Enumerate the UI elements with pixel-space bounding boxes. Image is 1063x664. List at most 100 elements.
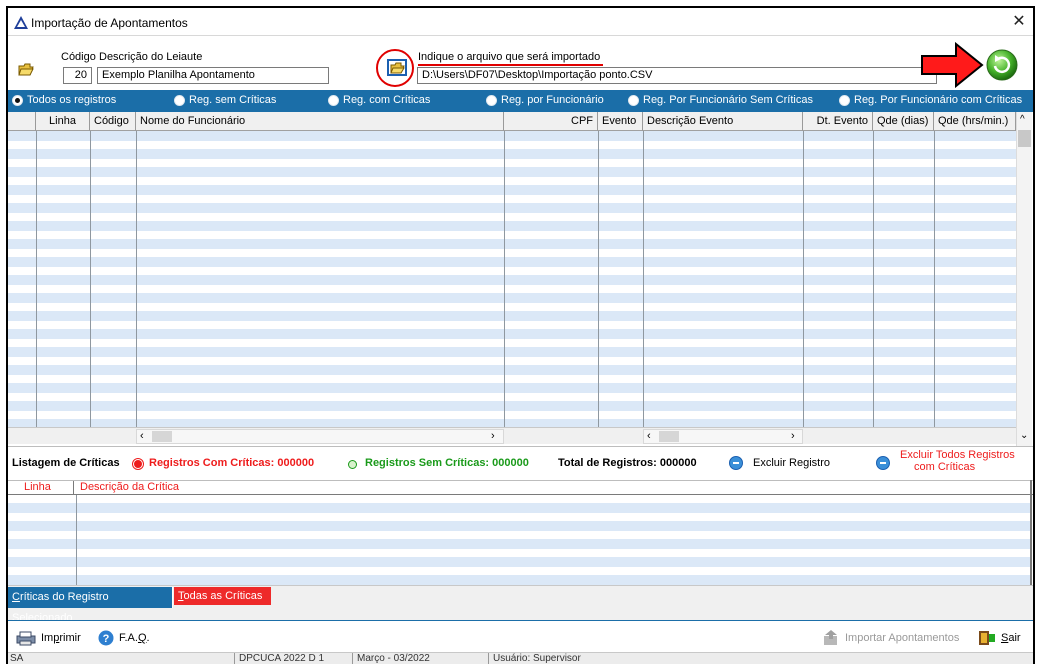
criticas-summary-bar: Listagem de Críticas Registros Com Críti… bbox=[8, 446, 1033, 480]
svg-text:?: ? bbox=[103, 633, 110, 645]
execute-import-button[interactable] bbox=[986, 49, 1018, 81]
tab-criticas-registro-selecionado[interactable]: Críticas do Registro Selecionado bbox=[8, 587, 173, 624]
filter-label: Todos os registros bbox=[27, 94, 117, 106]
col-evento[interactable]: Evento bbox=[598, 112, 643, 131]
grid-divider bbox=[803, 131, 804, 427]
grid-border bbox=[1030, 480, 1032, 585]
col-qde-hrs[interactable]: Qde (hrs/min.) bbox=[934, 112, 1016, 131]
filter-reg-sem-criticas[interactable]: Reg. sem Críticas bbox=[174, 94, 276, 106]
filter-label: Reg. por Funcionário bbox=[501, 94, 604, 106]
registros-sem-criticas: Registros Sem Críticas: 000000 bbox=[365, 457, 529, 469]
annotation-arrow-icon bbox=[921, 42, 984, 88]
grid-divider bbox=[76, 495, 77, 585]
criticas-tabs: Críticas do Registro Selecionado Todas a… bbox=[8, 585, 1033, 624]
radio-selected-icon bbox=[12, 94, 23, 106]
filter-reg-com-criticas[interactable]: Reg. com Críticas bbox=[328, 94, 430, 106]
imprimir-label: Imprimir bbox=[41, 632, 81, 644]
grid-divider bbox=[136, 131, 137, 427]
sair-button[interactable]: Sair bbox=[978, 630, 1021, 646]
filter-label: Reg. Por Funcionário Sem Críticas bbox=[643, 94, 813, 106]
tab-todas-criticas[interactable]: Todas as Críticas bbox=[174, 587, 271, 605]
col-codigo[interactable]: Código bbox=[90, 112, 136, 131]
grid-divider bbox=[873, 131, 874, 427]
excluir-registro-button[interactable]: Excluir Registro bbox=[753, 457, 830, 469]
filter-todos-registros[interactable]: Todos os registros bbox=[12, 94, 116, 106]
scroll-right-icon[interactable]: › bbox=[791, 430, 795, 442]
horizontal-scroll-row: ‹ › ‹ › bbox=[8, 427, 1016, 444]
radio-icon bbox=[174, 94, 185, 106]
status-segment-4: Usuário: Supervisor bbox=[488, 653, 581, 664]
close-button[interactable]: ✕ bbox=[1009, 13, 1029, 31]
green-check-icon[interactable] bbox=[348, 460, 357, 469]
app-triangle-icon bbox=[14, 16, 28, 29]
grid-body[interactable] bbox=[8, 131, 1016, 427]
excluir-todos-icon[interactable] bbox=[876, 456, 890, 470]
codigo-label: Código bbox=[61, 51, 96, 63]
name-column-hscrollbar[interactable]: ‹ › bbox=[136, 429, 504, 444]
row-indicator-header bbox=[8, 112, 36, 131]
status-segment-3: Março - 03/2022 bbox=[352, 653, 430, 664]
col-dt-evento[interactable]: Dt. Evento bbox=[803, 112, 873, 131]
grid-divider bbox=[90, 131, 91, 427]
scroll-left-icon[interactable]: ‹ bbox=[647, 430, 651, 442]
status-segment-1: SA bbox=[10, 653, 24, 664]
scroll-thumb[interactable] bbox=[1018, 130, 1031, 147]
faq-button[interactable]: ? F.A.Q. bbox=[98, 630, 150, 646]
open-folder-icon[interactable] bbox=[18, 63, 34, 76]
arquivo-field[interactable]: D:\Users\DF07\Desktop\Importação ponto.C… bbox=[417, 67, 937, 84]
vertical-scrollbar[interactable]: ^ ⌄ bbox=[1016, 112, 1032, 446]
importar-apontamentos-button[interactable]: Importar Apontamentos bbox=[822, 630, 959, 646]
imprimir-button[interactable]: Imprimir bbox=[16, 630, 81, 646]
col-descricao-critica[interactable]: Descrição da Crítica bbox=[80, 481, 179, 493]
col-qde-dias[interactable]: Qde (dias) bbox=[873, 112, 934, 131]
filter-label: Reg. sem Críticas bbox=[189, 94, 277, 106]
status-segment-2: DPCUCA 2022 D 1 bbox=[234, 653, 324, 664]
col-descricao-evento[interactable]: Descrição Evento bbox=[643, 112, 803, 131]
sair-label: Sair bbox=[1001, 632, 1021, 644]
col-critica-linha[interactable]: Linha bbox=[12, 481, 74, 494]
scroll-right-icon[interactable]: › bbox=[491, 430, 495, 442]
total-registros: Total de Registros: 000000 bbox=[558, 457, 697, 469]
tab-label: odas as Críticas bbox=[183, 590, 263, 602]
layout-selection-panel: Código 20 Descrição do Leiaute Exemplo P… bbox=[8, 36, 1033, 90]
grid-divider bbox=[36, 131, 37, 427]
criticas-grid-body[interactable] bbox=[8, 480, 1032, 585]
filter-label: Reg. Por Funcionário com Críticas bbox=[854, 94, 1023, 106]
printer-icon bbox=[16, 631, 36, 646]
window: Importação de Apontamentos ✕ Código 20 D… bbox=[6, 6, 1035, 664]
filter-reg-funcionario-com-criticas[interactable]: Reg. Por Funcionário com Críticas bbox=[839, 94, 1022, 106]
excluir-todos-button[interactable]: Excluir Todos Registros com Críticas bbox=[900, 449, 1015, 473]
faq-label: F.A.Q. bbox=[119, 632, 150, 644]
scroll-left-icon[interactable]: ‹ bbox=[140, 430, 144, 442]
status-bar: SA DPCUCA 2022 D 1 Março - 03/2022 Usuár… bbox=[8, 652, 1033, 664]
red-radio-icon[interactable] bbox=[134, 460, 142, 468]
grid-divider bbox=[934, 131, 935, 427]
criticas-grid: Linha Descrição da Crítica bbox=[8, 480, 1033, 585]
scroll-thumb[interactable] bbox=[152, 431, 172, 442]
excluir-registro-icon[interactable] bbox=[729, 456, 743, 470]
scroll-down-icon[interactable]: ⌄ bbox=[1020, 430, 1028, 441]
descricao-field[interactable]: Exemplo Planilha Apontamento bbox=[97, 67, 329, 84]
col-linha[interactable]: Linha bbox=[36, 112, 90, 131]
scroll-up-icon[interactable]: ^ bbox=[1020, 114, 1025, 125]
grid-divider bbox=[598, 131, 599, 427]
browse-file-button[interactable] bbox=[387, 59, 407, 76]
annotation-underline bbox=[418, 64, 603, 66]
descricao-label: Descrição do Leiaute bbox=[99, 51, 203, 63]
filter-label: Reg. com Críticas bbox=[343, 94, 431, 106]
col-cpf[interactable]: CPF bbox=[504, 112, 598, 131]
col-nome-funcionario[interactable]: Nome do Funcionário bbox=[136, 112, 504, 131]
bottom-toolbar: Imprimir ? F.A.Q. Importar Apontamentos … bbox=[8, 621, 1033, 652]
registros-com-criticas: Registros Com Críticas: 000000 bbox=[149, 457, 315, 469]
scroll-thumb[interactable] bbox=[659, 431, 679, 442]
codigo-field[interactable]: 20 bbox=[63, 67, 92, 84]
import-icon bbox=[824, 630, 837, 645]
exit-door-icon bbox=[979, 631, 995, 645]
tab-accelerator: C bbox=[12, 591, 20, 603]
grid-divider bbox=[504, 131, 505, 427]
radio-icon bbox=[486, 94, 497, 106]
description-column-hscrollbar[interactable]: ‹ › bbox=[643, 429, 803, 444]
excluir-todos-line1: Excluir Todos Registros bbox=[900, 449, 1015, 461]
filter-reg-por-funcionario[interactable]: Reg. por Funcionário bbox=[486, 94, 604, 106]
filter-reg-funcionario-sem-criticas[interactable]: Reg. Por Funcionário Sem Críticas bbox=[628, 94, 813, 106]
